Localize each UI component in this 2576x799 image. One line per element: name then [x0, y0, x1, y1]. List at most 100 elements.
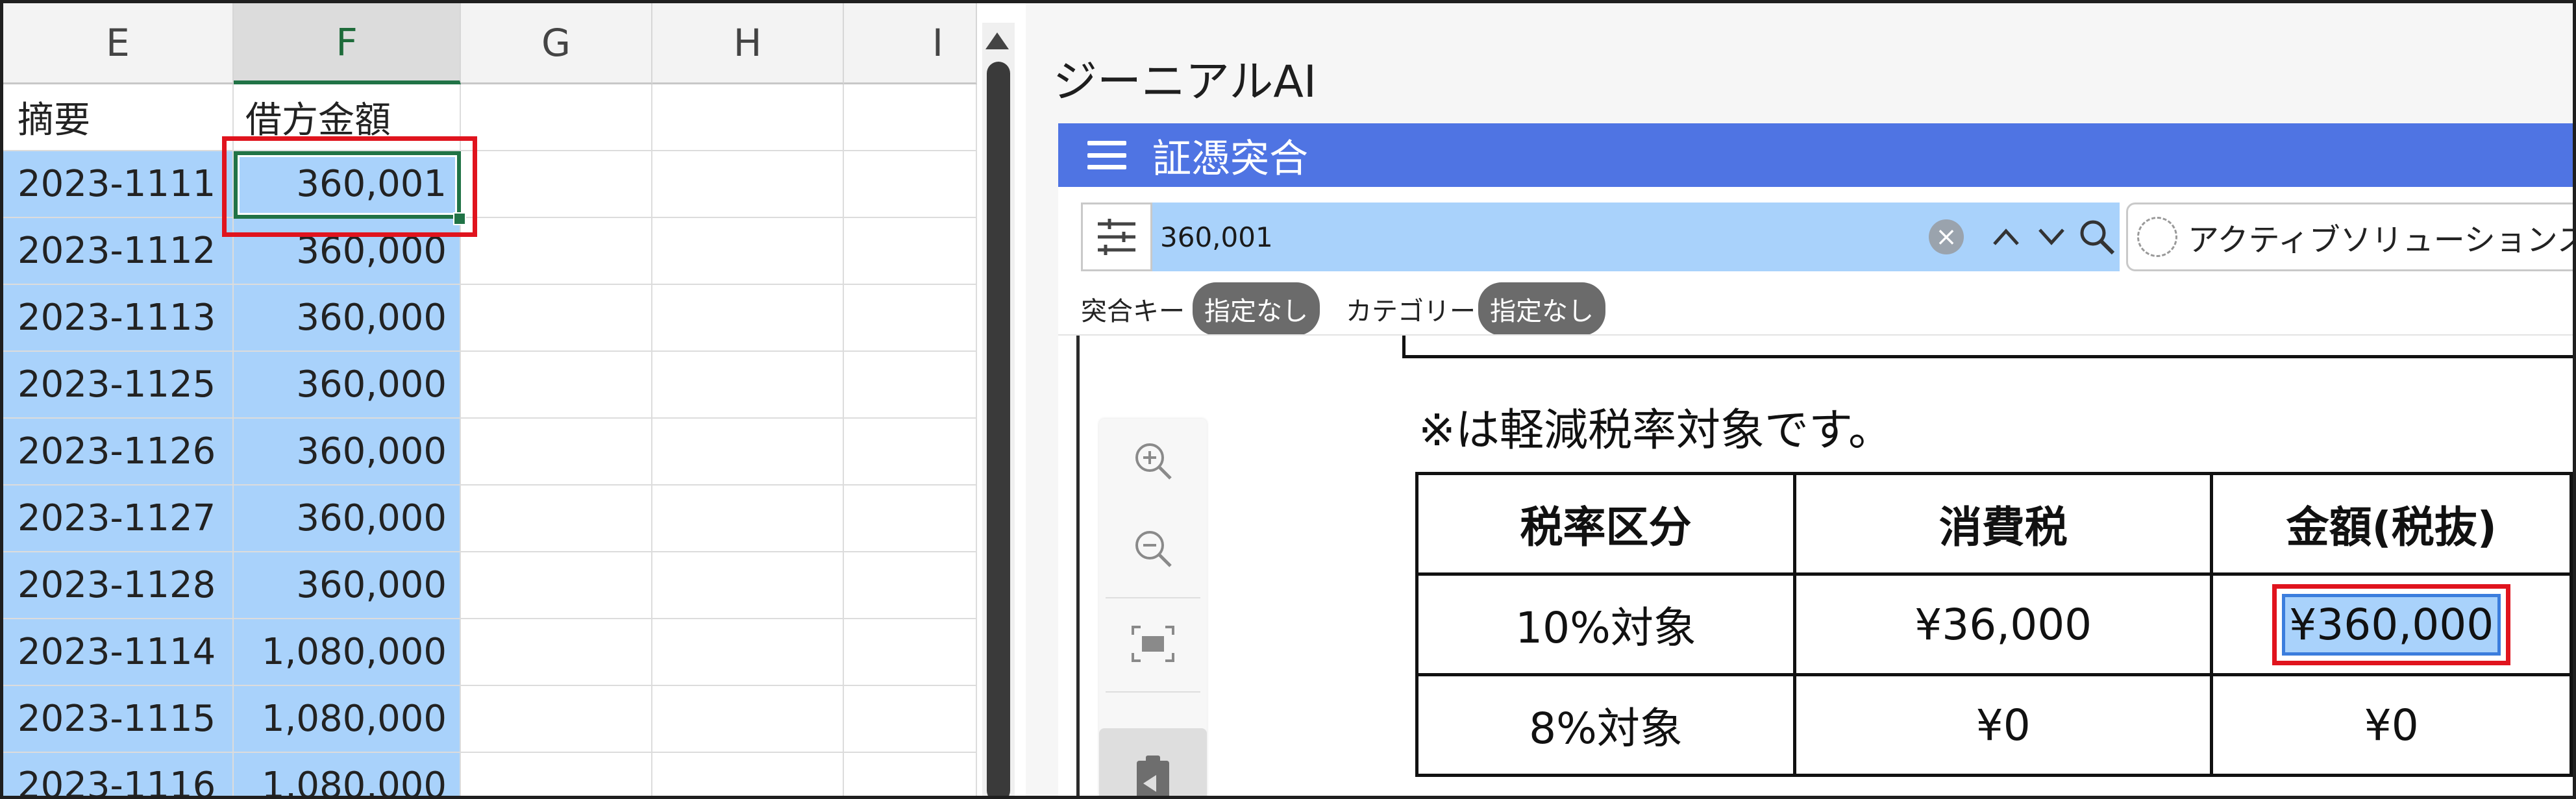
cell-empty[interactable] — [844, 552, 977, 619]
cell-empty[interactable] — [652, 552, 844, 619]
cell-empty[interactable] — [844, 619, 977, 686]
cell-empty[interactable] — [461, 686, 652, 753]
cell-empty[interactable] — [844, 419, 977, 486]
cell-empty[interactable] — [652, 753, 844, 796]
clipboard-back-icon — [1137, 756, 1169, 796]
sliders-icon — [1098, 219, 1135, 255]
app-bar-title: 証憑突合 — [1152, 136, 1308, 182]
amount-cell-highlighted: ¥360,000 — [2210, 572, 2573, 676]
cell-empty[interactable] — [844, 753, 977, 796]
cell-f-row9[interactable]: 1,080,000 — [234, 686, 461, 753]
column-header-g[interactable]: G — [461, 3, 652, 84]
cell-empty[interactable] — [652, 419, 844, 486]
fit-to-screen-icon[interactable] — [1099, 602, 1207, 686]
search-input-value: 360,001 — [1160, 221, 1273, 253]
cell-e-row3[interactable]: 2023-1113 — [3, 285, 234, 352]
highlighted-amount[interactable]: ¥360,000 — [2272, 584, 2511, 665]
cell-e-header[interactable]: 摘要 — [3, 84, 234, 151]
chevron-up-icon[interactable] — [1983, 214, 2029, 260]
cell-empty[interactable] — [461, 218, 652, 285]
active-solution-selector[interactable]: アクティブソリューションス — [2126, 203, 2573, 271]
cell-empty[interactable] — [844, 84, 977, 151]
screenshot-frame: E F G H I 摘要 借方金額 2023-1111 360,001 2023… — [0, 0, 2576, 799]
search-icon[interactable] — [2074, 214, 2120, 260]
cell-empty[interactable] — [844, 352, 977, 419]
cell-e-row10[interactable]: 2023-1116 — [3, 753, 234, 796]
cell-empty[interactable] — [652, 486, 844, 552]
document-box-edge — [1402, 336, 2573, 358]
scroll-up-arrow-icon[interactable] — [985, 32, 1009, 49]
scrollbar-thumb[interactable] — [987, 62, 1010, 796]
app-title: ジーニアルAI — [1053, 56, 1317, 108]
cell-empty[interactable] — [461, 486, 652, 552]
cell-empty[interactable] — [461, 619, 652, 686]
search-row: 360,001 × アクティブソリューションス — [1081, 203, 2573, 271]
document-viewer: ※は軽減税率対象です。 税率区分 消費税 金額(税抜) 10%対象 ¥36,00… — [1058, 334, 2573, 796]
cell-e-row6[interactable]: 2023-1127 — [3, 486, 234, 552]
cell-e-row5[interactable]: 2023-1126 — [3, 419, 234, 486]
hamburger-menu-icon[interactable] — [1087, 141, 1126, 169]
tax-summary-table: 税率区分 消費税 金額(税抜) 10%対象 ¥36,000 ¥360,000 8… — [1415, 472, 2573, 777]
header-amount-excl-tax: 金額(税抜) — [2210, 472, 2573, 576]
cell-empty[interactable] — [461, 419, 652, 486]
cell-empty[interactable] — [652, 352, 844, 419]
cell-empty[interactable] — [844, 218, 977, 285]
cell-empty[interactable] — [461, 84, 652, 151]
cell-e-row8[interactable]: 2023-1114 — [3, 619, 234, 686]
cell-empty[interactable] — [652, 619, 844, 686]
zoom-in-icon[interactable] — [1099, 419, 1207, 503]
toolbar-divider — [1106, 691, 1200, 693]
category-chip[interactable]: 指定なし — [1478, 282, 1605, 336]
cell-e-row7[interactable]: 2023-1128 — [3, 552, 234, 619]
cell-empty[interactable] — [652, 151, 844, 218]
cell-f-row10[interactable]: 1,080,000 — [234, 753, 461, 796]
cell-empty[interactable] — [652, 84, 844, 151]
clear-search-icon[interactable]: × — [1929, 219, 1964, 254]
cell-f-row3[interactable]: 360,000 — [234, 285, 461, 352]
column-header-h[interactable]: H — [652, 3, 844, 84]
zoom-out-icon[interactable] — [1099, 506, 1207, 591]
cell-empty[interactable] — [461, 552, 652, 619]
header-consumption-tax: 消費税 — [1792, 472, 2214, 576]
match-key-label: 突合キー — [1081, 297, 1185, 326]
table-row: 8%対象 ¥0 ¥0 — [1415, 673, 2573, 777]
highlight-box-cell — [222, 136, 477, 237]
cell-f-row8[interactable]: 1,080,000 — [234, 619, 461, 686]
cell-f-row6[interactable]: 360,000 — [234, 486, 461, 552]
cell-empty[interactable] — [652, 218, 844, 285]
cell-empty[interactable] — [461, 285, 652, 352]
search-input[interactable]: 360,001 × — [1152, 203, 2120, 271]
cell-e-row4[interactable]: 2023-1125 — [3, 352, 234, 419]
cell-empty[interactable] — [844, 686, 977, 753]
reduced-tax-note: ※は軽減税率対象です。 — [1418, 405, 1893, 456]
cell-empty[interactable] — [844, 486, 977, 552]
cell-empty[interactable] — [652, 285, 844, 352]
match-key-chip[interactable]: 指定なし — [1193, 282, 1320, 336]
cell-empty[interactable] — [652, 686, 844, 753]
cell-empty[interactable] — [844, 285, 977, 352]
reconciliation-panel: 証憑突合 360,001 × アクティブソリューションス 突合キー 指定なし カ… — [1058, 123, 2573, 796]
header-tax-category: 税率区分 — [1415, 472, 1796, 576]
amount-cell: ¥0 — [2210, 673, 2573, 777]
column-header-e[interactable]: E — [3, 3, 234, 84]
cell-f-row5[interactable]: 360,000 — [234, 419, 461, 486]
tax-category-cell: 10%対象 — [1415, 572, 1796, 676]
cell-e-row2[interactable]: 2023-1112 — [3, 218, 234, 285]
document-border — [1076, 336, 1080, 796]
cell-empty[interactable] — [461, 753, 652, 796]
cell-empty[interactable] — [461, 352, 652, 419]
column-header-i[interactable]: I — [844, 3, 977, 84]
tax-category-cell: 8%対象 — [1415, 673, 1796, 777]
filter-settings-button[interactable] — [1081, 203, 1152, 271]
column-header-f[interactable]: F — [234, 3, 461, 84]
previous-page-button[interactable] — [1099, 728, 1207, 796]
cell-empty[interactable] — [844, 151, 977, 218]
table-header-row: 税率区分 消費税 金額(税抜) — [1415, 472, 2573, 576]
cell-f-row4[interactable]: 360,000 — [234, 352, 461, 419]
cell-empty[interactable] — [461, 151, 652, 218]
chevron-down-icon[interactable] — [2029, 214, 2074, 260]
cell-f-row7[interactable]: 360,000 — [234, 552, 461, 619]
loading-spinner-icon — [2137, 217, 2177, 257]
cell-e-row9[interactable]: 2023-1115 — [3, 686, 234, 753]
cell-e-row1[interactable]: 2023-1111 — [3, 151, 234, 218]
